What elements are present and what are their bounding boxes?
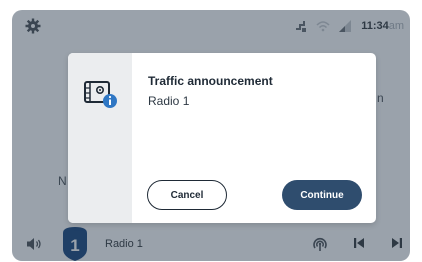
traffic-info-icon xyxy=(84,81,117,108)
dialog-icon-panel xyxy=(68,53,132,223)
previous-track-icon[interactable] xyxy=(352,236,366,250)
continue-button[interactable]: Continue xyxy=(282,180,362,210)
dialog-title: Traffic announcement xyxy=(148,74,273,88)
volume-icon[interactable] xyxy=(26,237,42,251)
wifi-icon xyxy=(316,21,330,32)
next-track-icon[interactable] xyxy=(390,236,404,250)
cellular-signal-icon xyxy=(339,20,351,32)
settings-gear-icon[interactable] xyxy=(25,18,41,34)
preset-tag-icon[interactable]: 1 xyxy=(60,227,90,261)
status-bar: 11:34am xyxy=(12,10,410,42)
traffic-announcement-dialog: Traffic announcement Radio 1 Cancel Cont… xyxy=(68,53,376,223)
svg-text:1: 1 xyxy=(70,236,79,255)
background-text-fragment: N xyxy=(58,174,67,188)
background-text-fragment: n xyxy=(377,91,384,105)
cancel-button[interactable]: Cancel xyxy=(147,180,227,210)
hd-radio-icon[interactable] xyxy=(312,236,328,252)
dialog-subtitle: Radio 1 xyxy=(148,94,190,108)
status-icons xyxy=(294,19,352,33)
clock-time: 11:34 xyxy=(361,20,389,32)
station-label: Radio 1 xyxy=(105,238,143,250)
bottom-bar: 1 Radio 1 xyxy=(12,227,410,261)
phone-signal-icon xyxy=(296,21,306,32)
head-unit-screen: 11:34am n N 1 Radio 1 Traffic announceme… xyxy=(12,10,410,261)
clock-ampm: am xyxy=(388,20,404,32)
playback-controls xyxy=(312,236,404,252)
clock: 11:34am xyxy=(361,20,404,32)
